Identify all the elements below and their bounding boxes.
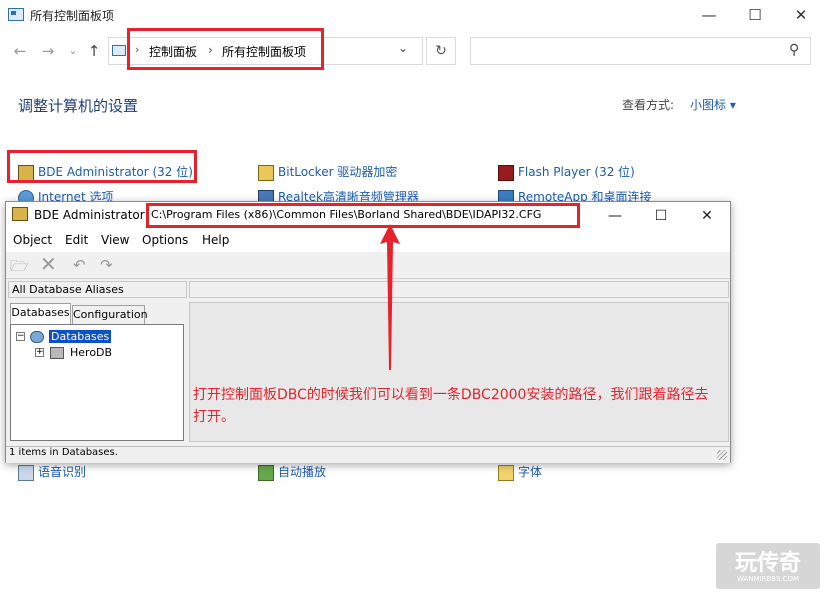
minimize-button[interactable]: — xyxy=(686,0,732,31)
redo-icon[interactable]: ↷ xyxy=(100,256,113,274)
autoplay-icon xyxy=(258,464,274,481)
tab-configuration[interactable]: Configuration xyxy=(72,305,148,324)
status-text: 1 items in Databases. xyxy=(9,447,118,458)
resize-grip[interactable] xyxy=(717,450,727,460)
item-label: Flash Player (32 位) xyxy=(518,165,635,179)
recent-locations-icon[interactable]: ⌄ xyxy=(62,40,84,62)
microphone-icon xyxy=(18,464,34,481)
up-arrow-icon[interactable]: ↑ xyxy=(83,40,105,62)
bde-close-button[interactable]: ✕ xyxy=(684,202,730,230)
definition-header xyxy=(189,281,729,298)
item-bitlocker[interactable]: BitLocker 驱动器加密 xyxy=(258,163,397,181)
bde-toolbar xyxy=(6,252,730,279)
bitlocker-icon xyxy=(258,164,274,181)
menu-object[interactable]: Object xyxy=(13,233,52,247)
watermark-title: 玩传奇 xyxy=(734,551,801,576)
view-by-dropdown[interactable]: 小图标 ▾ xyxy=(690,96,736,113)
highlight-breadcrumb-box xyxy=(127,28,324,70)
font-icon xyxy=(498,464,514,481)
databases-icon xyxy=(30,331,44,343)
tree-node-databases[interactable]: Databases xyxy=(49,330,112,343)
highlight-path-box xyxy=(146,203,580,228)
item-fonts[interactable]: 字体 xyxy=(498,463,542,481)
bde-app-icon xyxy=(12,207,28,221)
item-speech-recognition[interactable]: 语音识别 xyxy=(18,463,86,481)
address-dropdown-icon[interactable]: ⌄ xyxy=(398,41,408,55)
back-arrow-icon[interactable]: ← xyxy=(9,40,31,62)
alias-label: All Database Aliases xyxy=(12,283,124,296)
bde-maximize-button[interactable]: ☐ xyxy=(638,202,684,230)
maximize-button[interactable]: ☐ xyxy=(732,0,778,31)
search-icon: ⚲ xyxy=(789,42,800,58)
search-input[interactable] xyxy=(470,37,811,65)
item-label: 字体 xyxy=(518,465,543,479)
database-node-icon xyxy=(50,347,64,359)
forward-arrow-icon[interactable]: → xyxy=(37,40,59,62)
bde-minimize-button[interactable]: — xyxy=(592,202,638,230)
annotation-text: 打开控制面板DBC的时候我们可以看到一条DBC2000安装的路径，我们跟着路径去… xyxy=(193,387,709,425)
item-autoplay[interactable]: 自动播放 xyxy=(258,463,326,481)
highlight-bde-box xyxy=(7,150,197,183)
collapse-icon[interactable]: − xyxy=(16,332,25,341)
flash-icon xyxy=(498,164,514,181)
item-label: 自动播放 xyxy=(278,465,327,479)
item-label: BitLocker 驱动器加密 xyxy=(278,165,398,179)
control-panel-small-icon xyxy=(112,45,126,56)
undo-icon[interactable]: ↶ xyxy=(73,256,86,274)
control-panel-icon xyxy=(8,8,24,21)
refresh-icon[interactable]: ↻ xyxy=(426,37,456,65)
tree-node-herodb[interactable]: HeroDB xyxy=(70,346,112,359)
open-folder-icon[interactable]: 🗁 xyxy=(10,256,29,281)
menu-edit[interactable]: Edit xyxy=(65,233,88,247)
close-button[interactable]: ✕ xyxy=(778,0,824,31)
menu-options[interactable]: Options xyxy=(142,233,188,247)
window-title: 所有控制面板项 xyxy=(30,9,115,23)
item-flash-player[interactable]: Flash Player (32 位) xyxy=(498,163,635,181)
tab-databases[interactable]: Databases xyxy=(10,303,71,324)
delete-icon[interactable]: ✕ xyxy=(40,252,57,276)
annotation-arrow xyxy=(380,224,400,370)
bde-title: BDE Administrator xyxy=(34,208,145,222)
menu-help[interactable]: Help xyxy=(202,233,229,247)
watermark-domain: WANMIRBBS.COM xyxy=(736,575,800,583)
page-title: 调整计算机的设置 xyxy=(18,97,139,115)
expand-icon[interactable]: + xyxy=(35,348,44,357)
menu-view[interactable]: View xyxy=(101,233,129,247)
item-label: 语音识别 xyxy=(38,465,87,479)
view-by-label: 查看方式: xyxy=(622,98,675,112)
